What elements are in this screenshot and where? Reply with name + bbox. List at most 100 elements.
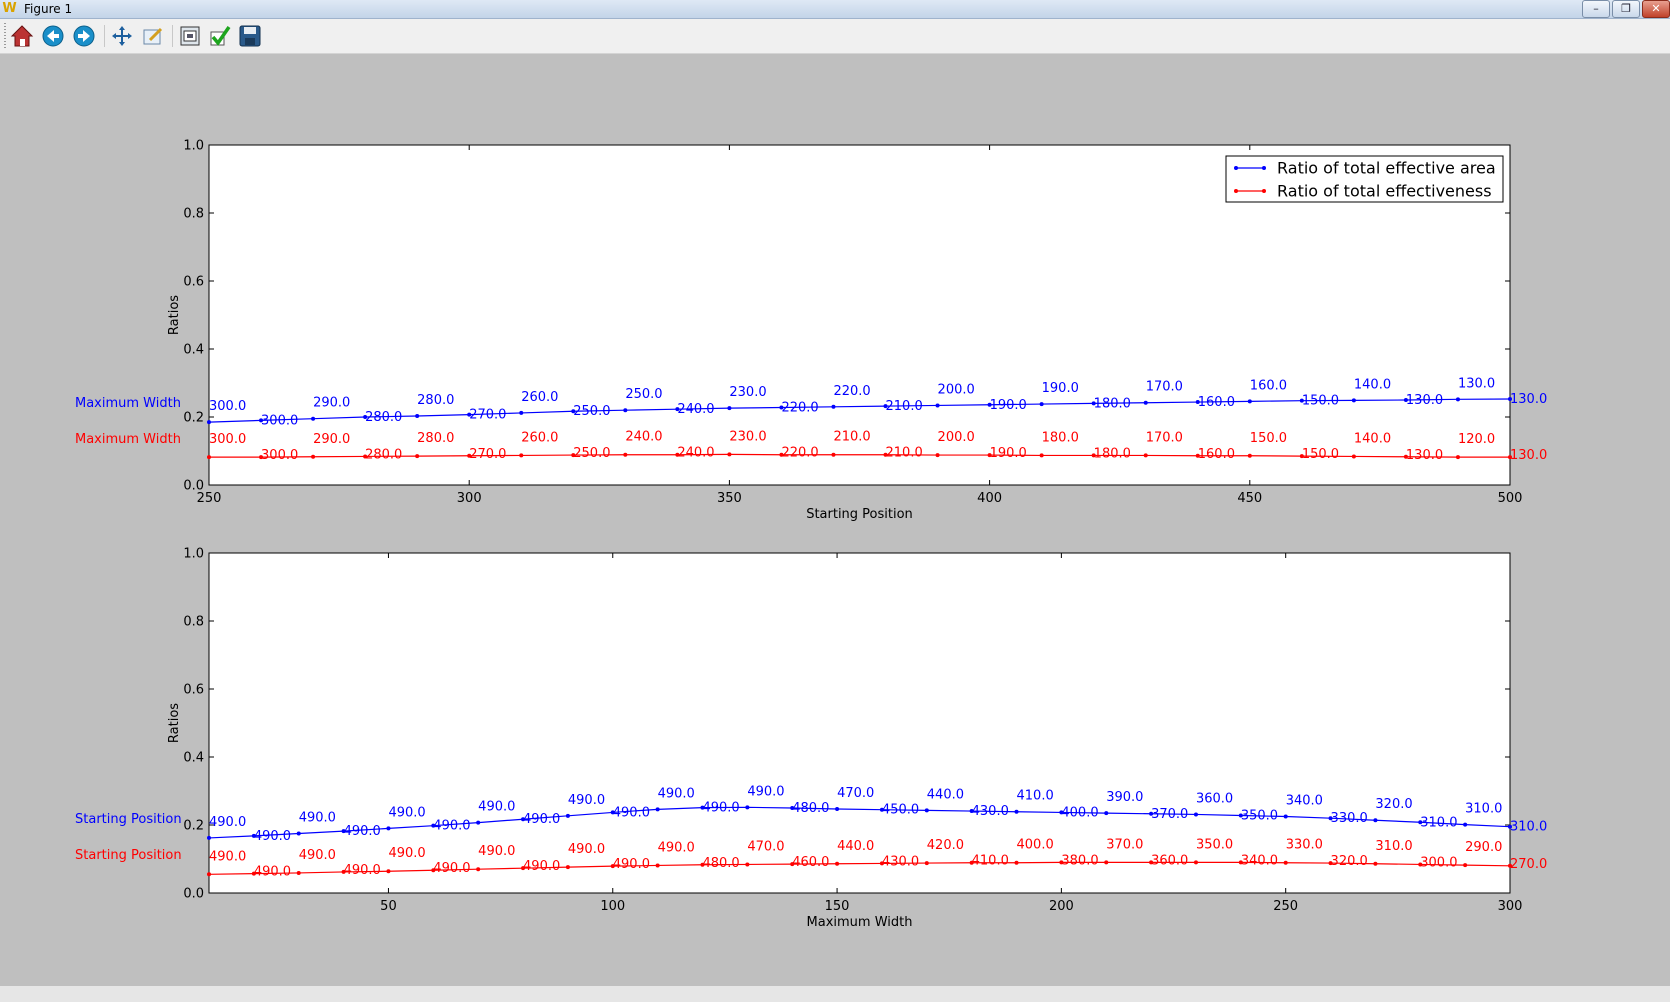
chart1-series-1-point xyxy=(623,408,628,413)
chart2-ytick-label: 1.0 xyxy=(183,547,204,562)
chart2-series-1-point xyxy=(565,813,570,818)
chart1-ytick-label: 1.0 xyxy=(183,139,204,154)
chart2-series-1-data-label: 310.0 xyxy=(1465,802,1502,817)
configure-subplots-button[interactable] xyxy=(177,23,203,49)
chart1-series-1-data-label: 200.0 xyxy=(938,382,975,397)
minimize-button[interactable]: – xyxy=(1582,0,1610,18)
chart1-series-2-point xyxy=(311,454,316,459)
zoom-button[interactable] xyxy=(140,23,166,49)
chart2-side-label-2: Starting Position xyxy=(75,848,182,863)
edit-axes-button[interactable] xyxy=(207,23,233,49)
chart2-series-2-data-label: 300.0 xyxy=(1420,855,1457,870)
toolbar-grip xyxy=(4,23,6,49)
save-icon xyxy=(239,25,261,47)
chart2-series-1-data-label: 490.0 xyxy=(747,784,784,799)
chart2-series-2-point xyxy=(296,870,301,875)
chart1-series-2-data-label: 120.0 xyxy=(1458,432,1495,447)
navigation-toolbar xyxy=(0,19,1670,54)
subplots-icon xyxy=(180,26,200,46)
status-bar xyxy=(0,986,1670,1002)
chart1-legend-label-1: Ratio of total effective area xyxy=(1277,159,1496,178)
chart2-series-1-point xyxy=(835,807,840,812)
chart1-series-1-data-label: 210.0 xyxy=(886,399,923,414)
chart2-ytick-label: 0.0 xyxy=(183,887,204,902)
chart1-series-1-data-label: 260.0 xyxy=(521,390,558,405)
chart2-series-1-point xyxy=(476,820,481,825)
chart1-series-1-point xyxy=(207,420,211,425)
chart1-legend-marker-2 xyxy=(1262,189,1266,193)
chart2-series-2-data-label: 270.0 xyxy=(1510,857,1547,872)
chart1-series-2-point xyxy=(519,453,524,458)
chart1-series-1-data-label: 290.0 xyxy=(313,396,350,411)
chart2-series-2-data-label: 370.0 xyxy=(1106,837,1143,852)
chart1-series-2-point xyxy=(207,455,211,460)
pan-button[interactable] xyxy=(109,23,135,49)
forward-button[interactable] xyxy=(71,23,97,49)
chart1-series-2-data-label: 130.0 xyxy=(1510,448,1547,463)
chart2-xtick-label: 100 xyxy=(600,899,625,914)
chart2-series-2-data-label: 360.0 xyxy=(1151,853,1188,868)
close-button[interactable]: ✕ xyxy=(1642,0,1670,18)
chart2-series-2-data-label: 470.0 xyxy=(747,839,784,854)
chart2-series-2-point xyxy=(1193,860,1198,865)
chart2-series-1-data-label: 410.0 xyxy=(1017,789,1054,804)
chart1-series-1-data-label: 160.0 xyxy=(1250,378,1287,393)
chart1-series-2-point xyxy=(415,454,420,459)
chart2-series-2-data-label: 490.0 xyxy=(209,849,246,864)
chart2-xtick-label: 250 xyxy=(1273,899,1298,914)
chart2-series-1-data-label: 490.0 xyxy=(254,829,291,844)
chart2-series-2-data-label: 490.0 xyxy=(254,865,291,880)
home-icon xyxy=(10,25,34,47)
chart2-ytick-label: 0.6 xyxy=(183,683,204,698)
home-button[interactable] xyxy=(9,23,35,49)
chart1-series-2-data-label: 180.0 xyxy=(1042,430,1079,445)
chart1-series-1-data-label: 140.0 xyxy=(1354,377,1391,392)
chart2-series-1-data-label: 490.0 xyxy=(702,801,739,816)
chart2-series-2-data-label: 310.0 xyxy=(1375,839,1412,854)
chart2-series-1-data-label: 470.0 xyxy=(837,786,874,801)
chart1-ytick-label: 0.8 xyxy=(183,207,204,222)
forward-icon xyxy=(73,25,95,47)
save-button[interactable] xyxy=(237,23,263,49)
chart1-series-1-data-label: 130.0 xyxy=(1510,392,1547,407)
back-button[interactable] xyxy=(40,23,66,49)
chart1-xtick-label: 350 xyxy=(717,491,742,506)
chart2-xtick-label: 150 xyxy=(825,899,850,914)
chart1-series-2-data-label: 290.0 xyxy=(313,432,350,447)
chart2-series-2-point xyxy=(1463,863,1468,868)
chart1-series-2-data-label: 160.0 xyxy=(1198,447,1235,462)
chart1-series-1-point xyxy=(415,413,420,418)
chart2-series-2-data-label: 400.0 xyxy=(1017,838,1054,853)
chart2-series-1-data-label: 490.0 xyxy=(478,800,515,815)
chart1-series-2-point xyxy=(1247,453,1252,458)
figure-canvas[interactable]: 0.0 0.2 0.4 0.6 0.8 1.0 250 300 350 400 450 500 Star… xyxy=(0,53,1670,986)
restore-button[interactable]: ❐ xyxy=(1612,0,1640,18)
chart1-series-2-point xyxy=(727,452,732,457)
chart1-series-1-data-label: 250.0 xyxy=(625,387,662,402)
chart1-series-2-data-label: 240.0 xyxy=(625,430,662,445)
chart2-series-2-point xyxy=(565,865,570,870)
chart2-series-2-data-label: 490.0 xyxy=(523,859,560,874)
chart1-series-1-data-label: 180.0 xyxy=(1094,396,1131,411)
chart1-legend-label-2: Ratio of total effectiveness xyxy=(1277,182,1492,201)
chart1-legend-marker-1 xyxy=(1262,166,1266,170)
chart2-series-1-data-label: 450.0 xyxy=(882,803,919,818)
chart1-xtick-label: 250 xyxy=(197,491,222,506)
chart2-series-1-point xyxy=(1283,814,1288,819)
chart1-series-2-data-label: 180.0 xyxy=(1094,446,1131,461)
chart1-series-2-point xyxy=(1455,455,1460,460)
chart1-series-2-data-label: 250.0 xyxy=(573,446,610,461)
chart2-series-1-data-label: 490.0 xyxy=(433,819,470,834)
chart2-series-2-point xyxy=(1104,860,1109,865)
chart2-series-2-point xyxy=(835,861,840,866)
chart2-series-2-data-label: 490.0 xyxy=(658,840,695,855)
toolbar-separator xyxy=(104,25,105,47)
chart2-series-2-point xyxy=(386,869,391,874)
chart2-series-1-data-label: 490.0 xyxy=(299,811,336,826)
chart2-series-2-data-label: 340.0 xyxy=(1241,853,1278,868)
chart2-ytick-label: 0.2 xyxy=(183,819,204,834)
chart1-series-1-data-label: 220.0 xyxy=(781,400,818,415)
chart1-series-1-data-label: 190.0 xyxy=(1042,381,1079,396)
chart1-ylabel: Ratios xyxy=(167,295,182,335)
chart1-series-2-data-label: 280.0 xyxy=(417,431,454,446)
